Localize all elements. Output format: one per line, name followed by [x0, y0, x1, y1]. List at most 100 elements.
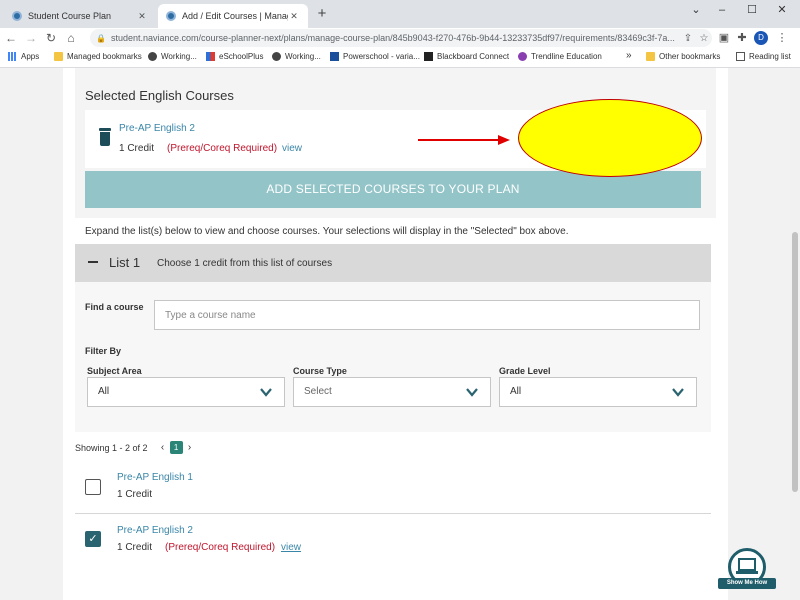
find-course-input[interactable]	[154, 300, 700, 330]
bookmark-label: Blackboard Connect	[437, 52, 510, 61]
course-type-label: Course Type	[293, 366, 347, 376]
chevron-down-icon	[466, 388, 478, 397]
chevron-down-icon	[260, 388, 272, 397]
bookmarks-overflow-icon[interactable]: »	[626, 50, 632, 61]
selected-course-credit: 1 Credit	[119, 143, 155, 154]
bookmark-apps[interactable]: Apps	[8, 52, 39, 61]
bookmark-trendline[interactable]: Trendline Education	[518, 52, 602, 61]
bookmark-label: Managed bookmarks	[67, 52, 142, 61]
tab-title: Add / Edit Courses | Manage Cou	[182, 11, 288, 21]
filter-by-label: Filter By	[85, 346, 122, 356]
share-icon[interactable]: ⇪	[680, 33, 696, 44]
page-scrollbar-thumb[interactable]	[792, 232, 798, 492]
powerschool-icon	[330, 52, 339, 61]
list-1-panel: List 1 Choose 1 credit from this list of…	[75, 244, 711, 432]
course-row-pre-ap-english-2: ✓ Pre-AP English 2 1 Credit (Prereq/Core…	[75, 514, 711, 566]
list-title: List 1	[109, 255, 141, 270]
bookmark-blackboard[interactable]: Blackboard Connect	[424, 52, 509, 61]
bookmarks-bar: Apps Managed bookmarks Working... eSchoo…	[0, 48, 800, 68]
bookmark-other[interactable]: Other bookmarks	[646, 52, 720, 61]
show-me-how-button[interactable]: Show Me How	[718, 548, 776, 590]
naviance-favicon-icon	[166, 11, 176, 21]
extension-icon[interactable]: ▣	[716, 30, 732, 46]
lock-icon: 🔒	[96, 33, 106, 43]
trash-icon[interactable]	[99, 128, 111, 146]
bookmark-eschoolplus[interactable]: eSchoolPlus	[206, 52, 263, 61]
page-background: Selected English Courses Pre-AP English …	[0, 68, 790, 600]
minimize-button[interactable]: –	[712, 2, 732, 18]
chevron-down-icon	[672, 388, 684, 397]
subject-area-value: All	[98, 386, 110, 397]
globe-icon	[272, 52, 281, 61]
subject-area-label: Subject Area	[87, 366, 142, 376]
bookmark-managed[interactable]: Managed bookmarks	[54, 52, 142, 61]
tab-search-chevron-icon[interactable]: ⌄	[686, 2, 706, 18]
browser-tab-bar: Student Course Plan ✕ Add / Edit Courses…	[0, 0, 800, 28]
bookmark-label: Working...	[161, 52, 197, 61]
folder-icon	[54, 52, 63, 61]
tab-add-edit-courses[interactable]: Add / Edit Courses | Manage Cou ✕	[158, 4, 308, 28]
collapse-minus-icon[interactable]	[88, 261, 98, 263]
selected-courses-heading: Selected English Courses	[85, 88, 234, 103]
tab-title: Student Course Plan	[28, 11, 112, 21]
close-window-button[interactable]: ✕	[772, 2, 792, 18]
reload-icon[interactable]: ↻	[42, 29, 60, 47]
next-page-icon[interactable]: ›	[185, 442, 195, 453]
course-checkbox[interactable]	[85, 479, 101, 495]
profile-avatar[interactable]: D	[754, 31, 768, 45]
new-tab-button[interactable]: +	[314, 6, 330, 22]
bookmark-powerschool[interactable]: Powerschool - varia...	[330, 52, 420, 61]
browser-menu-icon[interactable]: ⋮	[774, 30, 790, 46]
results-count: Showing 1 - 2 of 2 ‹ 1 ›	[75, 441, 195, 454]
forward-arrow-icon[interactable]: →	[22, 29, 40, 47]
subject-area-select[interactable]: All	[87, 377, 285, 407]
course-credit: 1 Credit	[117, 542, 153, 553]
home-icon[interactable]: ⌂	[62, 29, 80, 47]
url-text: student.naviance.com/course-planner-next…	[111, 33, 675, 43]
list-1-header[interactable]: List 1 Choose 1 credit from this list of…	[75, 244, 711, 282]
browser-toolbar: ← → ↻ ⌂ 🔒 student.naviance.com/course-pl…	[0, 28, 800, 48]
apps-grid-icon	[8, 52, 17, 61]
course-selection-card: Selected English Courses Pre-AP English …	[63, 68, 728, 600]
blackboard-icon	[424, 52, 433, 61]
find-course-label: Find a course	[85, 302, 144, 312]
course-type-value: Select	[304, 386, 332, 397]
selected-course-view-link[interactable]: view	[282, 143, 302, 154]
show-me-how-label: Show Me How	[718, 578, 776, 589]
bookmark-working-2[interactable]: Working...	[272, 52, 321, 61]
course-credit: 1 Credit	[117, 489, 153, 500]
tab-close-icon[interactable]: ✕	[136, 11, 148, 22]
tab-close-icon[interactable]: ✕	[288, 11, 300, 22]
globe-icon	[148, 52, 157, 61]
back-arrow-icon[interactable]: ←	[2, 29, 20, 47]
selected-course-prereq: (Prereq/Coreq Required)	[167, 143, 278, 154]
bookmark-label: Powerschool - varia...	[343, 52, 420, 61]
trendline-icon	[518, 52, 527, 61]
grade-level-select[interactable]: All	[499, 377, 697, 407]
bookmark-star-icon[interactable]: ☆	[696, 33, 712, 44]
course-name[interactable]: Pre-AP English 1	[117, 472, 193, 483]
bookmark-label: Other bookmarks	[659, 52, 721, 61]
pagination: ‹ 1 ›	[158, 441, 195, 454]
reading-list-icon	[736, 52, 745, 61]
course-name[interactable]: Pre-AP English 2	[117, 525, 193, 536]
address-bar[interactable]: 🔒 student.naviance.com/course-planner-ne…	[90, 29, 712, 47]
bookmark-label: Apps	[21, 52, 40, 61]
maximize-button[interactable]: ☐	[742, 2, 762, 18]
prev-page-icon[interactable]: ‹	[158, 442, 168, 453]
bookmark-label: Working...	[285, 52, 321, 61]
tab-student-course-plan[interactable]: Student Course Plan ✕	[4, 4, 156, 28]
bookmark-working-1[interactable]: Working...	[148, 52, 197, 61]
course-row-pre-ap-english-1: Pre-AP English 1 1 Credit	[75, 464, 711, 514]
selected-course-name[interactable]: Pre-AP English 2	[119, 123, 195, 134]
course-checkbox-checked[interactable]: ✓	[85, 531, 101, 547]
extensions-puzzle-icon[interactable]: ✚	[734, 30, 750, 46]
showing-text: Showing 1 - 2 of 2	[75, 442, 148, 453]
grade-level-label: Grade Level	[499, 366, 551, 376]
course-view-link[interactable]: view	[281, 542, 301, 553]
page-1-button[interactable]: 1	[169, 441, 183, 454]
eschoolplus-icon	[206, 52, 215, 61]
course-type-select[interactable]: Select	[293, 377, 491, 407]
reading-list[interactable]: Reading list	[736, 52, 791, 61]
course-prereq: (Prereq/Coreq Required)	[165, 542, 276, 553]
